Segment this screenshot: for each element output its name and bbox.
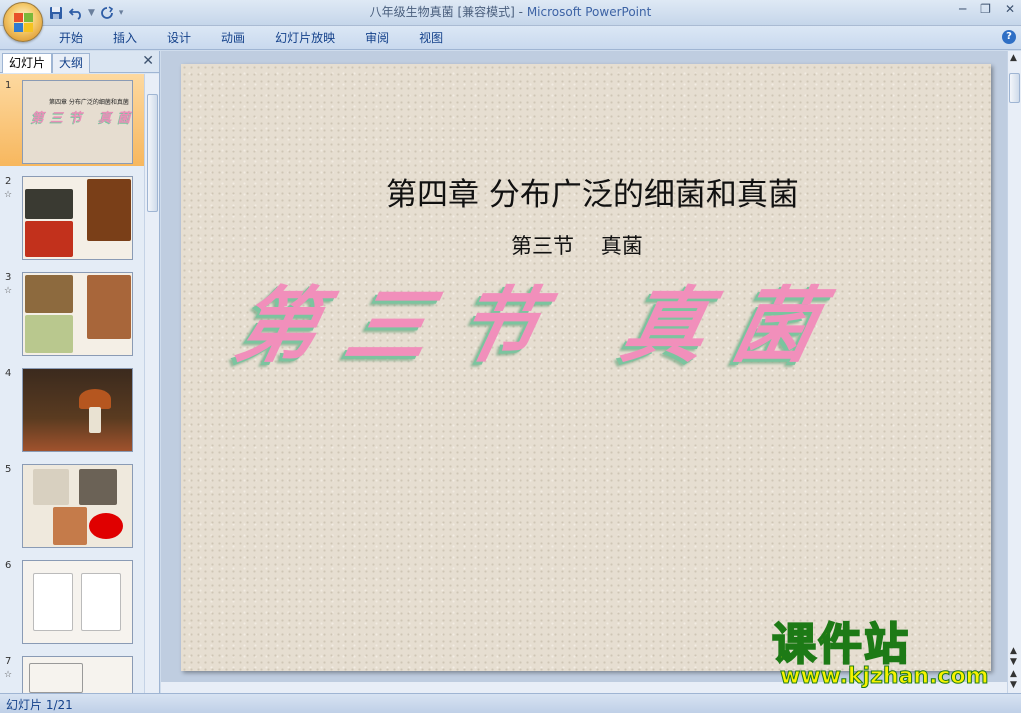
redo-icon[interactable] <box>99 5 115 21</box>
slides-pane: 幻灯片 大纲 ✕ 1 第四章 分布广泛的细菌和真菌 第三节 真菌 2 ☆ 3 ☆ <box>0 51 160 693</box>
thumbnail-slide-6[interactable]: 6 <box>0 554 144 646</box>
tab-slideshow[interactable]: 幻灯片放映 <box>260 26 350 50</box>
thumbnail-title: 第四章 分布广泛的细菌和真菌 <box>49 99 129 106</box>
animation-icon: ☆ <box>4 286 13 296</box>
thumbnail-number: 2 <box>5 176 12 187</box>
tab-slides[interactable]: 幻灯片 <box>2 53 53 73</box>
scroll-up-icon[interactable]: ▲ <box>1010 646 1017 656</box>
previous-slide-icon[interactable]: ▲ <box>1010 669 1017 679</box>
tab-review[interactable]: 审阅 <box>350 26 404 50</box>
editor-scroll-thumb[interactable] <box>1009 73 1020 103</box>
slide-wordart[interactable]: 第三节 真菌 <box>226 259 858 378</box>
office-logo-icon <box>14 13 34 33</box>
thumbnail-slide-1[interactable]: 1 第四章 分布广泛的细菌和真菌 第三节 真菌 <box>0 74 144 166</box>
thumbnail-preview <box>22 560 133 644</box>
thumbnail-preview: 第四章 分布广泛的细菌和真菌 第三节 真菌 <box>22 80 133 164</box>
slide-editor: 第四章 分布广泛的细菌和真菌 第三节 真菌 第三节 真菌 <box>161 51 1007 693</box>
animation-icon: ☆ <box>4 190 13 200</box>
window-title: 八年级生物真菌 [兼容模式] - Microsoft PowerPoint <box>0 0 1021 24</box>
tab-design[interactable]: 设计 <box>152 26 206 50</box>
undo-dropdown-icon[interactable]: ▼ <box>88 8 95 18</box>
tab-home[interactable]: 开始 <box>44 26 98 50</box>
watermark-url: www.kjzhan.com <box>780 664 990 690</box>
save-icon[interactable] <box>48 5 64 21</box>
pane-tabs: 幻灯片 大纲 ✕ <box>0 51 160 73</box>
current-slide[interactable]: 第四章 分布广泛的细菌和真菌 第三节 真菌 第三节 真菌 <box>181 64 991 671</box>
thumbnail-slide-2[interactable]: 2 ☆ <box>0 170 144 262</box>
thumbnail-number: 7 <box>5 656 12 667</box>
tab-view[interactable]: 视图 <box>404 26 458 50</box>
undo-icon[interactable] <box>68 5 84 21</box>
pane-scrollbar[interactable] <box>144 74 159 693</box>
watermark: 课件站 www.kjzhan.com <box>768 608 1008 693</box>
slide-title[interactable]: 第四章 分布广泛的细菌和真菌 <box>386 169 799 214</box>
scroll-up-icon[interactable]: ▲ <box>1010 53 1017 63</box>
pane-scroll-thumb[interactable] <box>147 94 158 212</box>
thumbnail-preview <box>22 656 133 693</box>
thumbnail-number: 1 <box>5 80 12 91</box>
thumbnail-number: 6 <box>5 560 12 571</box>
thumbnail-preview <box>22 272 133 356</box>
status-bar: 幻灯片 1/21 <box>0 693 1021 713</box>
thumbnail-preview <box>22 176 133 260</box>
thumbnail-number: 5 <box>5 464 12 475</box>
close-icon[interactable]: ✕ <box>1005 2 1015 16</box>
thumbnail-preview <box>22 464 133 548</box>
thumbnail-art: 第三节 真菌 <box>31 111 133 126</box>
help-icon[interactable]: ? <box>1002 30 1016 44</box>
animation-icon: ☆ <box>4 670 13 680</box>
watermark-brand: 课件站 <box>771 618 910 671</box>
window-title-app: Microsoft PowerPoint <box>526 5 652 19</box>
thumbnail-number: 4 <box>5 368 12 379</box>
thumbnail-number: 3 <box>5 272 12 283</box>
customize-qat-icon[interactable]: ▾ <box>119 8 124 18</box>
slide-subtitle[interactable]: 第三节 真菌 <box>511 230 643 260</box>
tab-insert[interactable]: 插入 <box>98 26 152 50</box>
restore-icon[interactable]: ❐ <box>980 2 991 16</box>
editor-scrollbar[interactable]: ▲ ▲ ▼ ▲ ▼ <box>1007 51 1021 693</box>
window-title-doc: 八年级生物真菌 [兼容模式] - <box>369 5 527 19</box>
thumbnail-slide-7[interactable]: 7 ☆ <box>0 650 144 693</box>
ribbon-tab-bar: 开始 插入 设计 动画 幻灯片放映 审阅 视图 <box>0 26 1021 50</box>
scroll-down-icon[interactable]: ▼ <box>1010 657 1017 667</box>
quick-access-toolbar: ▼ ▾ <box>48 3 123 23</box>
slide-indicator: 幻灯片 1/21 <box>6 698 73 712</box>
window-controls: ─ ❐ ✕ <box>959 2 1015 16</box>
tab-animations[interactable]: 动画 <box>206 26 260 50</box>
title-bar: 八年级生物真菌 [兼容模式] - Microsoft PowerPoint ▼ … <box>0 0 1021 26</box>
thumbnail-list: 1 第四章 分布广泛的细菌和真菌 第三节 真菌 2 ☆ 3 ☆ 4 5 6 7 … <box>0 74 144 693</box>
thumbnail-slide-4[interactable]: 4 <box>0 362 144 454</box>
ribbon-tabs: 开始 插入 设计 动画 幻灯片放映 审阅 视图 <box>44 26 458 50</box>
thumbnail-preview <box>22 368 133 452</box>
next-slide-icon[interactable]: ▼ <box>1010 680 1017 690</box>
thumbnail-slide-5[interactable]: 5 <box>0 458 144 550</box>
pane-close-icon[interactable]: ✕ <box>142 53 154 69</box>
office-button[interactable] <box>3 2 43 42</box>
minimize-icon[interactable]: ─ <box>959 2 966 16</box>
thumbnail-slide-3[interactable]: 3 ☆ <box>0 266 144 358</box>
tab-outline[interactable]: 大纲 <box>52 53 91 73</box>
